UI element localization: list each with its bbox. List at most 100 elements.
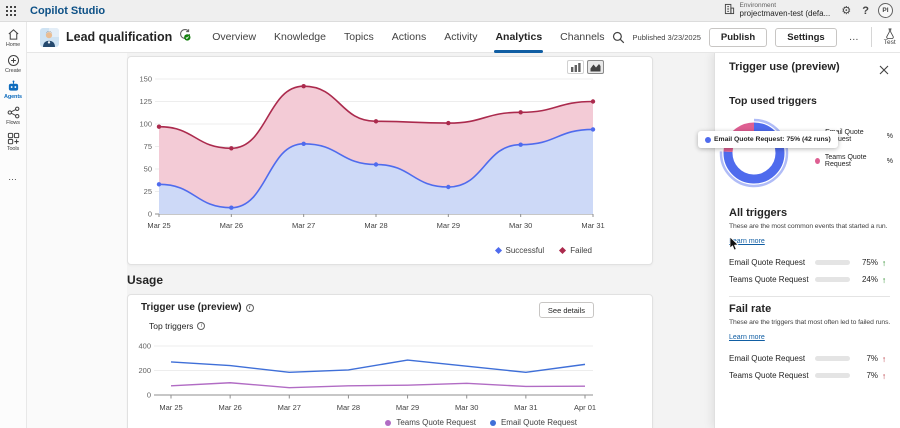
sidebar-item-agents[interactable]: Agents (0, 80, 27, 100)
top-used-triggers-donut: Email Quote Request%Teams Quote Request% (729, 113, 890, 201)
settings-button[interactable]: Settings (775, 28, 836, 47)
tab-knowledge[interactable]: Knowledge (267, 22, 333, 53)
test-agent-button[interactable]: Test (880, 28, 900, 46)
sidebar-item-tools[interactable]: Tools (0, 132, 27, 152)
trigger-row-teams-quote-request: Teams Quote Request7%↑ (729, 367, 890, 384)
app-title: Copilot Studio (30, 5, 105, 17)
home-icon (7, 28, 20, 41)
search-icon[interactable] (612, 31, 625, 44)
svg-text:75: 75 (144, 142, 152, 151)
flows-icon (7, 106, 20, 119)
svg-text:Mar 25: Mar 25 (147, 221, 170, 230)
bar-chart-toggle-icon[interactable] (567, 60, 584, 74)
svg-text:Mar 28: Mar 28 (337, 403, 360, 412)
tab-overview[interactable]: Overview (205, 22, 263, 53)
tab-bar: OverviewKnowledgeTopicsActionsActivityAn… (205, 22, 611, 53)
trigger-bar (815, 260, 850, 265)
info-icon[interactable] (246, 304, 254, 312)
svg-text:Mar 26: Mar 26 (220, 221, 243, 230)
help-icon[interactable]: ? (862, 5, 869, 17)
waffle-menu-icon[interactable] (0, 0, 22, 22)
legend-item-teams-quote-request[interactable]: Teams Quote Request (385, 418, 476, 427)
trigger-value: 24% (854, 275, 878, 284)
secondary-sidebar (27, 53, 127, 428)
trigger-row-teams-quote-request: Teams Quote Request 24%↑ (729, 271, 890, 288)
run-outcomes-area-chart: 0255075100125150Mar 25Mar 26Mar 27Mar 28… (128, 57, 654, 241)
trend-up-icon: ↑ (878, 258, 890, 268)
more-options-button[interactable]: … (845, 30, 863, 45)
legend-item-email-quote-request[interactable]: Email Quote Request (490, 418, 577, 427)
legend-marker (385, 420, 391, 426)
see-details-button[interactable]: See details (539, 302, 594, 318)
trigger-value: 7% (854, 354, 878, 363)
settings-gear-icon[interactable]: ⚙ (839, 4, 853, 17)
legend-marker (494, 247, 501, 254)
svg-text:Apr 01: Apr 01 (574, 403, 596, 412)
tab-topics[interactable]: Topics (337, 22, 381, 53)
svg-text:Mar 27: Mar 27 (292, 221, 315, 230)
trigger-bar (815, 277, 850, 282)
donut-chart[interactable] (714, 113, 794, 193)
tab-actions[interactable]: Actions (385, 22, 433, 53)
info-icon[interactable] (197, 322, 205, 330)
fail-rate-title: Fail rate (729, 303, 890, 315)
building-icon (724, 2, 735, 20)
trend-up-icon: ↑ (878, 275, 890, 285)
mouse-cursor (729, 237, 740, 251)
header-divider (871, 27, 872, 47)
svg-text:Mar 27: Mar 27 (278, 403, 301, 412)
tab-activity[interactable]: Activity (437, 22, 484, 53)
agent-avatar (40, 28, 59, 47)
tooltip-text: Email Quote Request: 75% (42 runs) (714, 136, 831, 143)
close-icon[interactable] (878, 61, 890, 81)
publish-button[interactable]: Publish (709, 28, 767, 47)
svg-text:125: 125 (139, 97, 152, 106)
sidebar-item-create[interactable]: Create (0, 54, 27, 74)
svg-text:Mar 28: Mar 28 (364, 221, 387, 230)
usage-section-title: Usage (127, 273, 163, 287)
trigger-bar (815, 373, 850, 378)
trigger-use-card: Trigger use (preview) See details Top tr… (127, 294, 653, 428)
environment-picker[interactable]: Environment projectmaven-test (defa... (724, 2, 831, 20)
tooltip-series-dot (705, 137, 711, 143)
svg-text:100: 100 (139, 120, 152, 129)
top-used-triggers-title: Top used triggers (729, 95, 890, 107)
legend-marker (490, 420, 496, 426)
legend-item-failed[interactable]: Failed (560, 246, 592, 255)
svg-text:150: 150 (139, 75, 152, 84)
svg-text:Mar 25: Mar 25 (159, 403, 182, 412)
legend-item-successful[interactable]: Successful (496, 246, 545, 255)
top-app-bar: Copilot Studio Environment projectmaven-… (0, 0, 900, 22)
area-chart-toggle-icon[interactable] (587, 60, 604, 74)
trigger-row-email-quote-request: Email Quote Request75%↑ (729, 254, 890, 271)
sidebar-more-button[interactable]: … (8, 172, 18, 182)
environment-value: projectmaven-test (defa... (740, 10, 831, 18)
svg-text:50: 50 (144, 165, 152, 174)
user-avatar[interactable]: PI (878, 3, 893, 18)
trigger-bar (815, 356, 850, 361)
svg-text:Mar 30: Mar 30 (509, 221, 532, 230)
run-outcomes-chart-card: 0255075100125150Mar 25Mar 26Mar 27Mar 28… (127, 56, 653, 265)
sidebar-item-home[interactable]: Home (0, 28, 27, 48)
svg-text:200: 200 (138, 366, 151, 375)
fail-rate-description: These are the triggers that most often l… (729, 319, 890, 326)
legend-marker (559, 247, 566, 254)
trigger-label: Teams Quote Request (729, 275, 815, 284)
trigger-use-panel: Trigger use (preview) Top used triggers … (714, 53, 900, 428)
all-triggers-description: These are the most common events that st… (729, 223, 890, 230)
trend-up-icon: ↑ (878, 371, 890, 381)
all-triggers-rows: Email Quote Request75%↑Teams Quote Reque… (729, 254, 890, 288)
top-triggers-subtitle: Top triggers (149, 321, 193, 331)
donut-legend-teams-quote-request[interactable]: Teams Quote Request% (815, 154, 893, 168)
panel-divider (729, 296, 890, 297)
trigger-use-legend: Teams Quote Request Email Quote Request (385, 418, 577, 427)
chart-type-toggles (567, 60, 604, 74)
published-date: Published 3/23/2025 (633, 33, 701, 42)
svg-text:Mar 26: Mar 26 (218, 403, 241, 412)
tab-channels[interactable]: Channels (553, 22, 611, 53)
sidebar-item-flows[interactable]: Flows (0, 106, 27, 126)
svg-text:Mar 31: Mar 31 (514, 403, 537, 412)
published-status-icon (178, 28, 191, 46)
fail-rate-learn-more-link[interactable]: Learn more (729, 334, 765, 341)
tab-analytics[interactable]: Analytics (488, 22, 549, 53)
